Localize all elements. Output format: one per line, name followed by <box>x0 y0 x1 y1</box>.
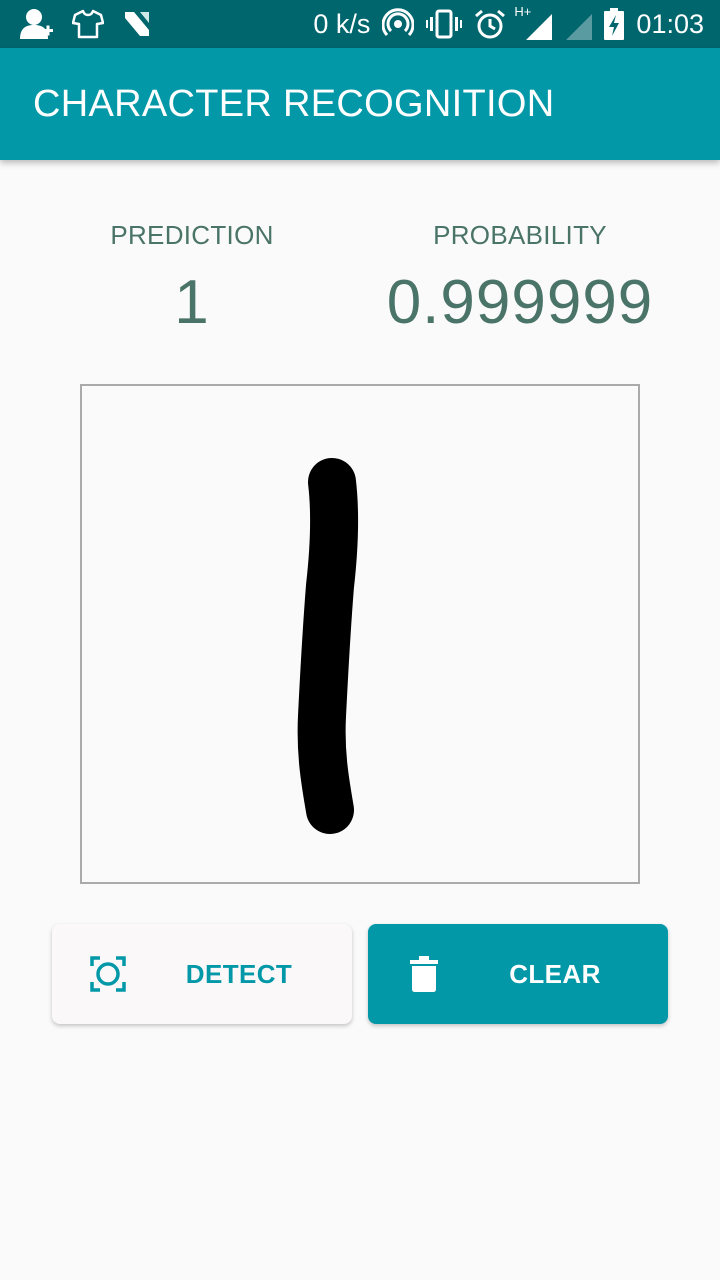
prediction-block: PREDICTION 1 <box>92 220 292 338</box>
detect-button[interactable]: DETECT <box>52 924 352 1024</box>
n-logo-icon <box>122 9 152 39</box>
battery-charging-icon <box>604 8 625 40</box>
vibrate-icon <box>426 8 463 40</box>
tshirt-icon <box>72 9 104 39</box>
network-type-label: H+ <box>514 4 532 19</box>
network-speed: 0 k/s <box>313 8 371 39</box>
probability-label: PROBABILITY <box>433 220 607 250</box>
prediction-label: PREDICTION <box>110 220 274 250</box>
hotspot-icon <box>382 8 415 40</box>
alarm-icon <box>474 8 506 40</box>
trash-icon <box>406 956 442 992</box>
probability-value: 0.999999 <box>386 268 654 337</box>
detect-button-label: DETECT <box>185 958 293 989</box>
drawing-canvas[interactable] <box>80 384 640 884</box>
clear-button-label: CLEAR <box>509 958 601 989</box>
results-panel: PREDICTION 1 PROBABILITY 0.999999 <box>0 220 720 350</box>
signal-hplus-icon: H+ <box>514 4 553 40</box>
probability-block: PROBABILITY 0.999999 <box>370 220 670 338</box>
prediction-value: 1 <box>174 268 210 337</box>
person-add-icon <box>20 8 54 40</box>
app-title: CHARACTER RECOGNITION <box>33 82 555 125</box>
detect-scan-icon <box>90 956 126 992</box>
signal-weak-icon <box>564 8 593 40</box>
drawn-stroke <box>297 458 359 834</box>
clock: 01:03 <box>636 8 704 39</box>
status-bar: 0 k/s H+ 01:03 <box>0 0 720 48</box>
clear-button[interactable]: CLEAR <box>368 924 668 1024</box>
app-bar: CHARACTER RECOGNITION <box>0 48 720 160</box>
